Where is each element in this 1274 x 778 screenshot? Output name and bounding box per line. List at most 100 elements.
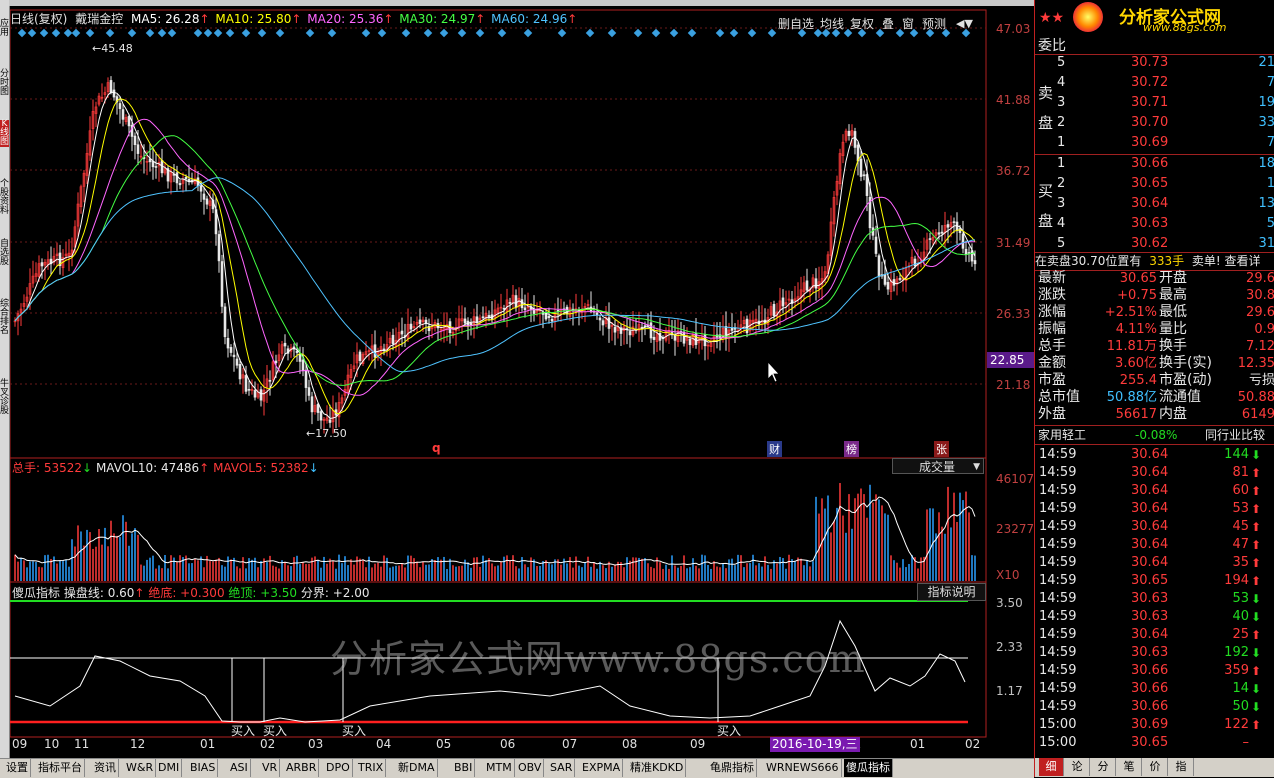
book-level: 4 <box>1057 216 1066 231</box>
restore-button[interactable]: 复权 <box>848 16 876 32</box>
buy-order-row[interactable]: 2 30.65 1 <box>1035 175 1274 193</box>
indicator-tab[interactable]: MTM <box>484 759 515 777</box>
candle-body <box>877 255 881 277</box>
indicator-tab[interactable]: W&R <box>124 759 157 777</box>
indicator-tab[interactable]: 新DMA <box>396 759 438 777</box>
indicator-help-button[interactable]: 指标说明 <box>917 583 986 601</box>
buy-order-row[interactable]: 5 30.62 31 <box>1035 235 1274 253</box>
indicator-tab[interactable]: EXPMA <box>580 759 624 777</box>
indicator-tab[interactable]: SAR <box>548 759 576 777</box>
indicator-tab[interactable]: 设置 <box>4 759 31 777</box>
book-volume: 18 <box>1258 156 1274 171</box>
quote-label-right: 换手 <box>1159 338 1187 354</box>
quote-label-left: 涨幅 <box>1038 304 1066 320</box>
price-scale-3: 36.72 <box>996 164 1031 178</box>
book-level: 5 <box>1057 55 1066 70</box>
candle-body <box>112 89 116 98</box>
sell-order-row[interactable]: 4 30.72 7 <box>1035 74 1274 92</box>
candle-body <box>268 380 272 382</box>
buy-order-row[interactable]: 4 30.63 5 <box>1035 215 1274 233</box>
nav-arrows-icon[interactable]: ◀▼ <box>954 16 975 32</box>
indicator-tab[interactable]: 龟鼎指标 <box>708 759 757 777</box>
left-tab-profile[interactable]: 个股资料 <box>0 180 9 216</box>
tick-volume: 25 <box>1232 627 1249 642</box>
indicator-tab[interactable]: BBI <box>452 759 476 777</box>
left-tab-watchlist[interactable]: 自选股 <box>0 240 9 267</box>
left-tab-kline[interactable]: K线图 <box>0 120 9 147</box>
sell-order-row[interactable]: 2 30.70 33 <box>1035 114 1274 132</box>
period-label[interactable]: 日线(复权) <box>10 12 67 26</box>
indicator-tab[interactable]: TRIX <box>356 759 387 777</box>
indicator-tab[interactable]: BIAS <box>188 759 219 777</box>
tick-price: 30.63 <box>1131 609 1169 624</box>
tick-price: 30.63 <box>1131 591 1169 606</box>
overlay-button[interactable]: 叠 <box>880 16 896 32</box>
tick-time: 14:59 <box>1039 519 1077 534</box>
right-tab[interactable]: 笔 <box>1117 758 1142 776</box>
forecast-button[interactable]: 预测 <box>920 16 948 32</box>
volume-scale-1: 46107 <box>996 472 1035 486</box>
left-tab-minute[interactable]: 分时图 <box>0 70 9 97</box>
big-order-notice[interactable]: 在卖盘30.70位置有 333手 卖单! 查看详 <box>1035 252 1274 271</box>
marker-finance[interactable]: 财 <box>767 441 782 457</box>
right-tab[interactable]: 分 <box>1091 758 1116 776</box>
ma-line-button[interactable]: 均线 <box>818 16 846 32</box>
indicator-tab[interactable]: WRNEWS666 <box>764 759 842 777</box>
right-tab[interactable]: 价 <box>1143 758 1168 776</box>
quote-label-right: 换手(实) <box>1159 355 1212 371</box>
buy-order-row[interactable]: 3 30.64 13 <box>1035 195 1274 213</box>
sell-order-row[interactable]: 5 30.73 21 <box>1035 54 1274 72</box>
indicator-tab[interactable]: 精准KDKD <box>628 759 687 777</box>
indicator-tab[interactable]: ARBR <box>284 759 320 777</box>
tick-time: 14:59 <box>1039 609 1077 624</box>
tick-row: 14:59 30.64 144 ⬇ <box>1035 446 1274 464</box>
sell-order-row[interactable]: 3 30.71 19 <box>1035 94 1274 112</box>
marker-rise[interactable]: 张 <box>934 441 949 457</box>
indicator-tab[interactable]: 指标平台 <box>36 759 85 777</box>
sell-order-row[interactable]: 1 30.69 7 <box>1035 134 1274 152</box>
indicator-tab[interactable]: ASI <box>228 759 251 777</box>
x-tick-label: 11 <box>74 737 90 751</box>
event-dot <box>729 28 739 38</box>
tick-row: 14:59 30.66 359 ⬆ <box>1035 662 1274 680</box>
book-volume: 33 <box>1258 115 1274 130</box>
left-tab-app[interactable]: 应用 <box>0 20 9 38</box>
candle-body <box>601 320 605 326</box>
quote-row: 涨跌 +0.75 最高 30.8 <box>1035 287 1274 304</box>
volume-dropdown[interactable]: 成交量 ▼ <box>892 458 984 474</box>
indicator-tab[interactable]: 傻瓜指标 <box>844 759 893 777</box>
candle-body <box>847 130 851 137</box>
price-scale-6: 21.18 <box>996 378 1031 392</box>
quote-label-left: 外盘 <box>1038 406 1066 422</box>
left-tab-ranking[interactable]: 综合排名 <box>0 300 9 336</box>
quote-row: 总手 11.81万 换手 7.12 <box>1035 338 1274 355</box>
indicator-scale-3: 1.17 <box>996 684 1023 698</box>
tick-direction-icon: ⬆ <box>1251 664 1262 678</box>
candle-body <box>550 318 554 322</box>
candle-body <box>853 131 857 148</box>
left-tab-diagnose[interactable]: 牛叉诊股 <box>0 380 9 416</box>
indicator-tab[interactable]: DPO <box>324 759 353 777</box>
right-tab[interactable]: 细 <box>1039 758 1064 776</box>
right-tab[interactable]: 论 <box>1065 758 1090 776</box>
indicator-tab[interactable]: 资讯 <box>92 759 119 777</box>
marker-q[interactable]: q <box>432 441 441 455</box>
quote-panel: ★★ 分析家公式网 www.88gs.com 委比 卖盘 5 30.73 21 4 30… <box>1034 0 1274 777</box>
candle-body <box>307 387 311 396</box>
industry-compare[interactable]: 同行业比较 <box>1205 426 1265 444</box>
quote-value-right: 29.6 <box>1246 305 1274 320</box>
tick-time: 14:59 <box>1039 627 1077 642</box>
right-tab[interactable]: 指 <box>1169 758 1194 776</box>
indicator-tab[interactable]: VR <box>260 759 281 777</box>
book-level: 5 <box>1057 236 1066 251</box>
indicator-tab[interactable]: OBV <box>516 759 545 777</box>
book-price: 30.73 <box>1131 55 1169 70</box>
industry-name[interactable]: 家用轻工 <box>1038 426 1086 444</box>
marker-list[interactable]: 榜 <box>844 441 859 457</box>
event-dot <box>715 28 725 38</box>
indicator-tab[interactable]: DMI <box>156 759 183 777</box>
buy-order-row[interactable]: 1 30.66 18 <box>1035 155 1274 173</box>
del-watch-button[interactable]: 删自选 <box>776 16 816 32</box>
tick-volume: – <box>1242 735 1250 750</box>
window-button[interactable]: 窗 <box>900 16 916 32</box>
